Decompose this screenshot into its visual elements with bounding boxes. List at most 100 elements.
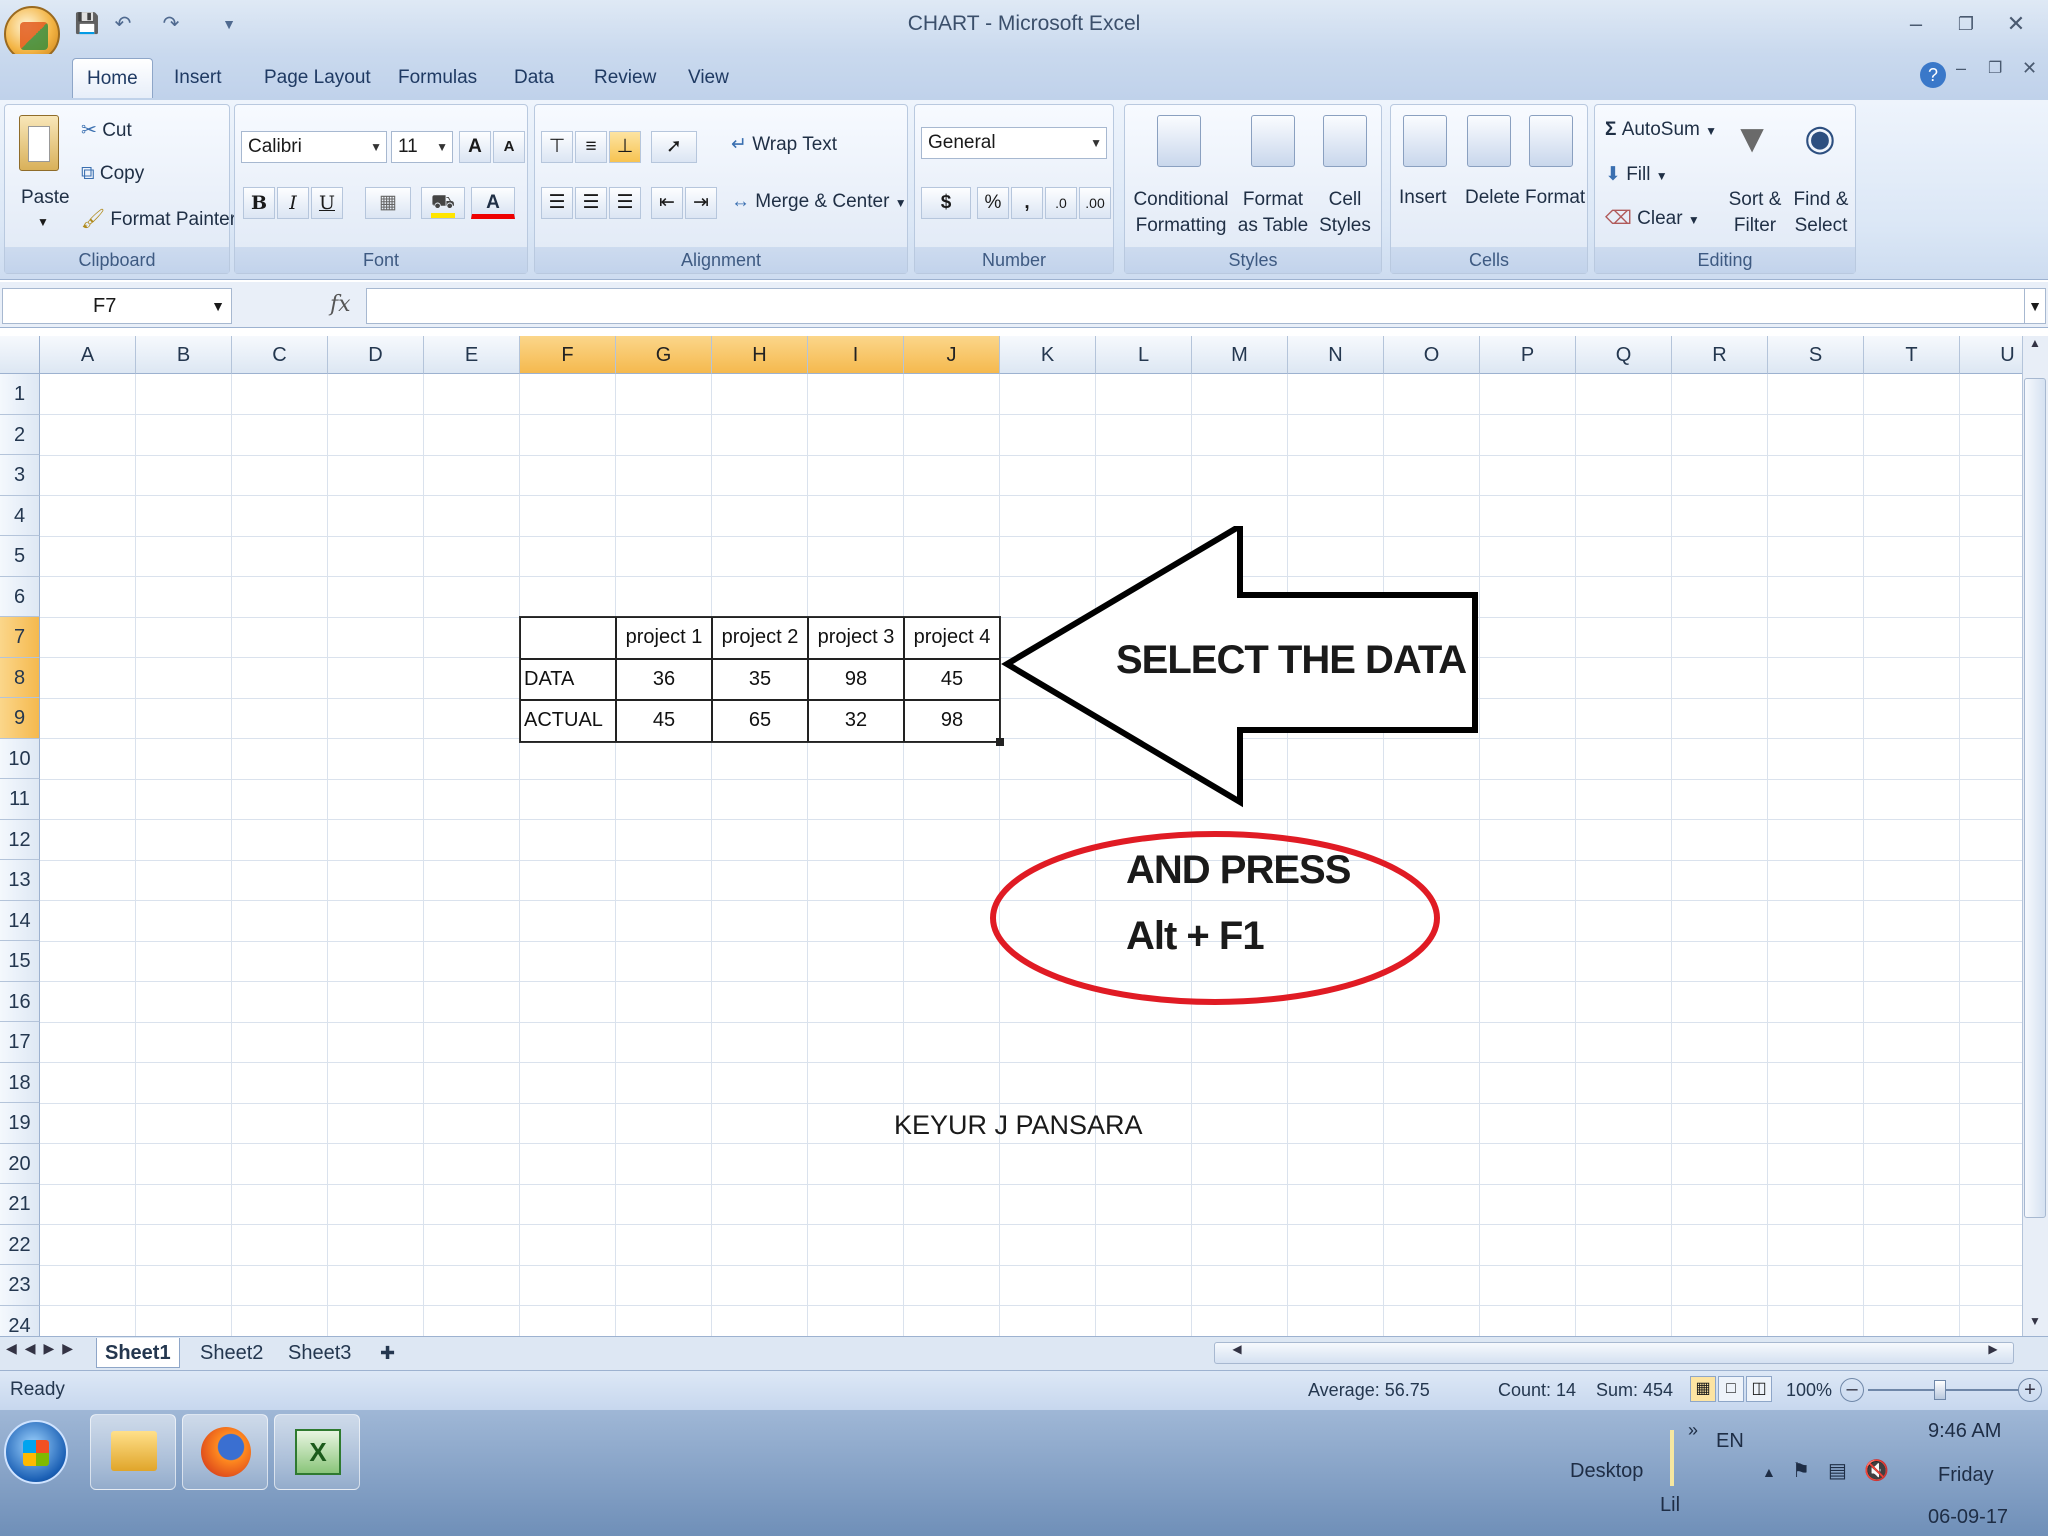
decrease-indent-button[interactable]: ⇤ (651, 187, 683, 219)
formula-input[interactable] (366, 288, 2028, 324)
table-header-cell[interactable]: project 4 (904, 617, 1000, 659)
row-header-2[interactable]: 2 (0, 414, 40, 455)
language-indicator[interactable]: EN (1716, 1430, 1744, 1453)
column-header-g[interactable]: G (616, 336, 712, 374)
decrease-decimal-button[interactable]: .00 (1079, 187, 1111, 219)
tray-expand-icon[interactable]: » (1688, 1420, 1698, 1441)
network-icon[interactable]: ▤ (1828, 1458, 1847, 1483)
workbook-close-icon[interactable]: ✕ (2022, 58, 2037, 79)
volume-muted-icon[interactable]: 🔇 (1864, 1458, 1889, 1483)
paste-button[interactable]: Paste (21, 187, 70, 209)
align-top-button[interactable]: ⊤ (541, 131, 573, 163)
paste-dropdown-icon[interactable]: ▼ (37, 215, 49, 229)
orientation-button[interactable]: ➚ (651, 131, 697, 163)
spreadsheet-grid[interactable]: ABCDEFGHIJKLMNOPQRSTU 1 2 3 4 5 6 7 8 9 10 11 12 13 1… (0, 336, 2022, 1336)
percent-button[interactable]: % (977, 187, 1009, 219)
comma-button[interactable]: , (1011, 187, 1043, 219)
help-icon[interactable]: ? (1920, 62, 1946, 88)
column-header-l[interactable]: L (1096, 336, 1192, 374)
scroll-down-icon[interactable]: ▼ (2024, 1314, 2046, 1336)
zoom-out-icon[interactable]: – (1840, 1378, 1864, 1402)
row-header-6[interactable]: 6 (0, 576, 40, 617)
borders-button[interactable]: ▦ (365, 187, 411, 219)
grow-font-button[interactable]: A (459, 131, 491, 163)
table-cell[interactable]: 45 (616, 700, 712, 742)
name-box[interactable]: F7 ▼ (2, 288, 232, 324)
row-header-3[interactable]: 3 (0, 455, 40, 496)
column-header-d[interactable]: D (328, 336, 424, 374)
row-header-24[interactable]: 24 (0, 1305, 40, 1336)
row-header-22[interactable]: 22 (0, 1224, 40, 1265)
table-cell[interactable]: 36 (616, 658, 712, 700)
tab-home[interactable]: Home (72, 58, 153, 98)
row-header-19[interactable]: 19 (0, 1103, 40, 1144)
autosum-button[interactable]: Σ AutoSum ▼ (1605, 119, 1717, 141)
font-size-select[interactable]: 11 ▼ (391, 131, 453, 163)
font-color-button[interactable]: A (471, 187, 515, 219)
table-cell[interactable]: 98 (808, 658, 904, 700)
column-header-b[interactable]: B (136, 336, 232, 374)
column-header-r[interactable]: R (1672, 336, 1768, 374)
tab-review[interactable]: Review (580, 58, 670, 98)
find-select-button[interactable]: Find & Select (1789, 187, 1853, 239)
clock-time[interactable]: 9:46 AM (1928, 1420, 2001, 1443)
sort-filter-button[interactable]: Sort & Filter (1725, 187, 1785, 239)
tab-formulas[interactable]: Formulas (384, 58, 491, 98)
column-header-n[interactable]: N (1288, 336, 1384, 374)
ribbon-restore-icon[interactable]: ❐ (1988, 58, 2002, 78)
normal-view-icon[interactable]: ▦ (1690, 1376, 1716, 1402)
row-header-17[interactable]: 17 (0, 1022, 40, 1063)
table-header-cell[interactable]: project 1 (616, 617, 712, 659)
scroll-right-icon[interactable]: ▶ (1986, 1342, 2000, 1364)
start-button[interactable] (4, 1420, 68, 1484)
format-painter-button[interactable]: 🖌 Format Painter (81, 207, 236, 231)
increase-decimal-button[interactable]: .0 (1045, 187, 1077, 219)
row-header-8[interactable]: 8 (0, 657, 40, 698)
expand-formula-bar-icon[interactable]: ▼ (2024, 288, 2046, 324)
insert-function-button[interactable]: fx (330, 288, 351, 324)
row-header-7[interactable]: 7 (0, 617, 40, 658)
table-cell[interactable]: 65 (712, 700, 808, 742)
row-header-23[interactable]: 23 (0, 1265, 40, 1306)
italic-button[interactable]: I (277, 187, 309, 219)
column-header-t[interactable]: T (1864, 336, 1960, 374)
row-header-15[interactable]: 15 (0, 941, 40, 982)
insert-cells-button[interactable]: Insert (1399, 187, 1447, 209)
zoom-in-icon[interactable]: + (2018, 1378, 2042, 1402)
tab-insert[interactable]: Insert (160, 58, 236, 98)
column-header-m[interactable]: M (1192, 336, 1288, 374)
wrap-text-button[interactable]: ↵ Wrap Text (731, 133, 837, 156)
scroll-left-icon[interactable]: ◀ (1230, 1342, 1244, 1364)
action-center-flag-icon[interactable]: ⚑ (1792, 1458, 1810, 1483)
clear-button[interactable]: ⌫ Clear ▼ (1605, 207, 1700, 230)
align-bottom-button[interactable]: ⊥ (609, 131, 641, 163)
fill-color-button[interactable]: ⛟ (421, 187, 465, 219)
tab-page-layout[interactable]: Page Layout (250, 58, 385, 98)
align-left-button[interactable]: ☰ (541, 187, 573, 219)
row-header-9[interactable]: 9 (0, 698, 40, 739)
row-header-16[interactable]: 16 (0, 981, 40, 1022)
row-header-12[interactable]: 12 (0, 819, 40, 860)
page-layout-view-icon[interactable]: □ (1718, 1376, 1744, 1402)
ribbon-minimize-icon[interactable]: – (1956, 58, 1966, 79)
taskbar-firefox[interactable] (182, 1414, 268, 1490)
column-header-p[interactable]: P (1480, 336, 1576, 374)
column-header-f[interactable]: F (520, 336, 616, 374)
row-header-14[interactable]: 14 (0, 900, 40, 941)
vertical-scroll-thumb[interactable] (2024, 378, 2046, 1218)
desktop-toolbar-label[interactable]: Desktop (1570, 1460, 1643, 1483)
table-cell[interactable]: 35 (712, 658, 808, 700)
column-header-o[interactable]: O (1384, 336, 1480, 374)
horizontal-scrollbar[interactable] (1214, 1342, 2014, 1364)
align-center-button[interactable]: ☰ (575, 187, 607, 219)
column-header-a[interactable]: A (40, 336, 136, 374)
table-row-label[interactable]: DATA (520, 658, 616, 700)
table-cell[interactable]: 32 (808, 700, 904, 742)
scroll-up-icon[interactable]: ▲ (2024, 336, 2046, 358)
column-header-u[interactable]: U (1960, 336, 2022, 374)
restore-button[interactable]: ❐ (1946, 6, 1986, 42)
column-header-h[interactable]: H (712, 336, 808, 374)
align-middle-button[interactable]: ≡ (575, 131, 607, 163)
tab-data[interactable]: Data (500, 58, 568, 98)
taskbar-explorer[interactable] (90, 1414, 176, 1490)
